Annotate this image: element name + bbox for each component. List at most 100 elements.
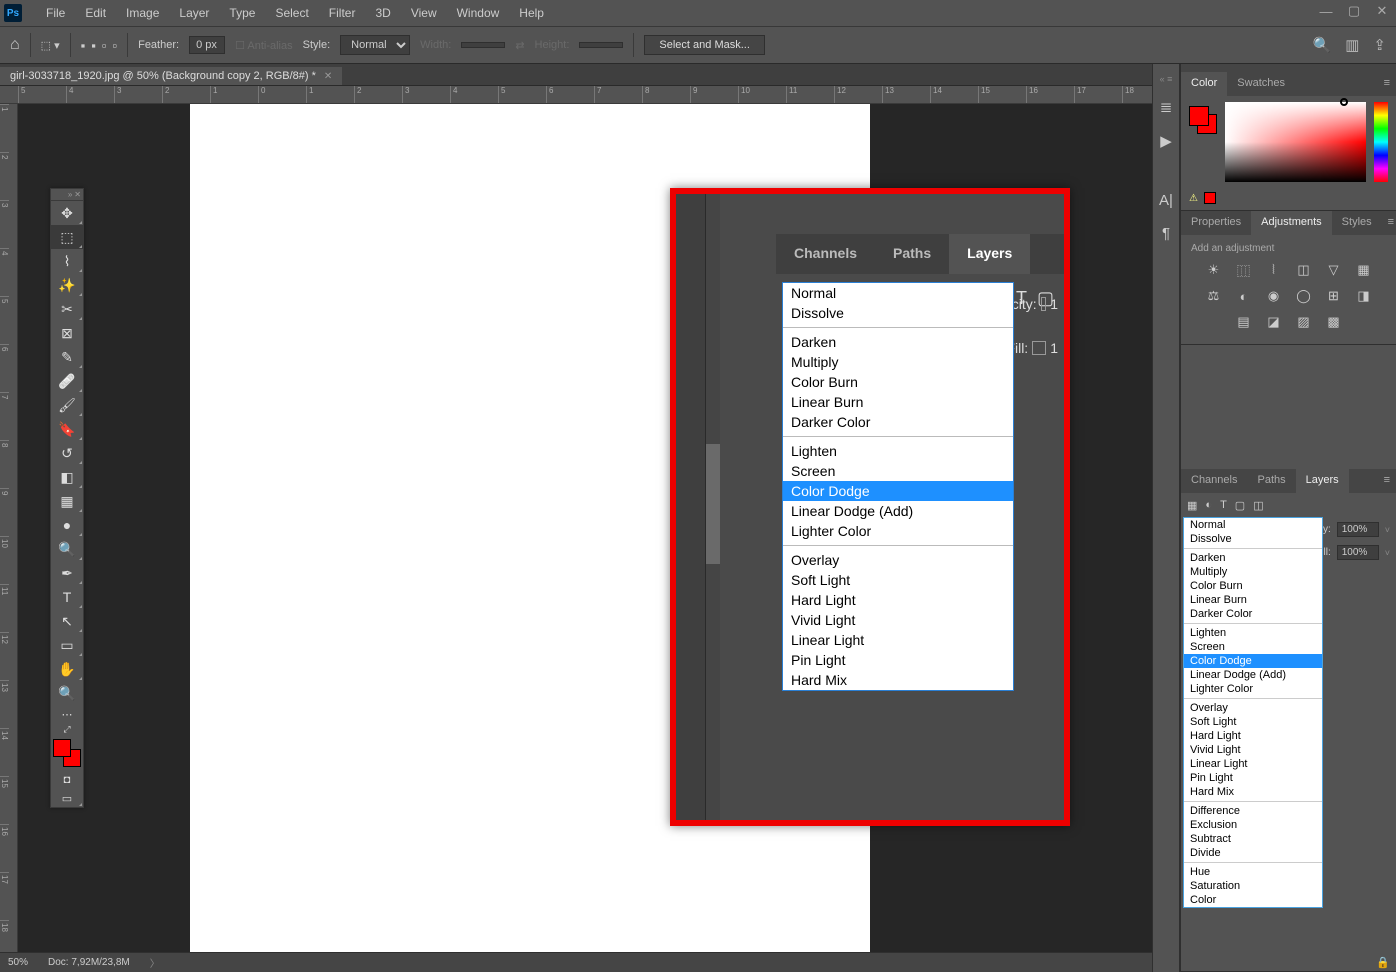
blend-mode-option[interactable]: Soft Light: [783, 570, 1013, 590]
blend-mode-option[interactable]: Dissolve: [783, 303, 1013, 323]
opacity-input[interactable]: [1337, 522, 1379, 537]
blend-mode-option[interactable]: Soft Light: [1184, 715, 1322, 729]
levels-icon[interactable]: ⿲: [1234, 262, 1254, 278]
mixer-icon[interactable]: ◯: [1294, 288, 1314, 304]
blend-mode-option[interactable]: Subtract: [1184, 832, 1322, 846]
blend-mode-option[interactable]: Linear Dodge (Add): [783, 501, 1013, 521]
blend-mode-option[interactable]: Color Burn: [783, 372, 1013, 392]
exposure-icon[interactable]: ◫: [1294, 262, 1314, 278]
blend-mode-option[interactable]: Color Dodge: [1184, 654, 1322, 668]
blend-mode-option[interactable]: Lighten: [783, 441, 1013, 461]
quick-mask-icon[interactable]: ◘: [51, 771, 83, 789]
menu-file[interactable]: File: [36, 2, 75, 24]
dodge-tool[interactable]: 🔍: [51, 537, 83, 561]
history-panel-icon[interactable]: ≣: [1160, 98, 1173, 116]
brightness-icon[interactable]: ☀: [1204, 262, 1224, 278]
lock-icon[interactable]: 🔒: [1376, 956, 1390, 969]
path-selection-tool[interactable]: ↖: [51, 609, 83, 633]
subtract-selection-icon[interactable]: ▫: [102, 38, 107, 53]
blend-mode-option[interactable]: Screen: [1184, 640, 1322, 654]
bw-icon[interactable]: ◐: [1234, 288, 1254, 304]
blend-mode-option[interactable]: Lighten: [1184, 626, 1322, 640]
menu-layer[interactable]: Layer: [169, 2, 219, 24]
select-and-mask-button[interactable]: Select and Mask...: [644, 35, 765, 55]
color-swatch-pair[interactable]: [1189, 106, 1217, 134]
maximize-icon[interactable]: ▢: [1340, 0, 1368, 22]
vibrance-icon[interactable]: ▽: [1324, 262, 1344, 278]
blend-mode-dropdown-large[interactable]: NormalDissolve DarkenMultiplyColor Burn Li…: [782, 282, 1014, 691]
callout-tab-layers[interactable]: Layers: [949, 234, 1030, 274]
status-menu-icon[interactable]: 〉: [150, 955, 160, 970]
fill-input[interactable]: [1337, 545, 1379, 560]
edit-toolbar-icon[interactable]: ⋯: [51, 705, 83, 723]
doc-size[interactable]: Doc: 7,92M/23,8M: [48, 957, 130, 968]
blend-mode-option[interactable]: Hard Mix: [783, 670, 1013, 690]
blend-mode-option[interactable]: Difference: [1184, 804, 1322, 818]
callout-scrollbar[interactable]: [706, 194, 720, 820]
brush-tool[interactable]: 🖌: [51, 393, 83, 417]
tab-adjustments[interactable]: Adjustments: [1251, 211, 1332, 235]
callout-tab-paths[interactable]: Paths: [875, 234, 949, 274]
panel-menu-icon[interactable]: ≡: [1378, 469, 1396, 493]
blend-mode-option[interactable]: Linear Light: [783, 630, 1013, 650]
menu-help[interactable]: Help: [509, 2, 554, 24]
move-tool[interactable]: ✥: [51, 201, 83, 225]
feather-input[interactable]: 0 px: [189, 36, 225, 54]
menu-filter[interactable]: Filter: [319, 2, 366, 24]
blend-mode-option[interactable]: Hard Light: [1184, 729, 1322, 743]
chevron-down-icon[interactable]: ˅: [1385, 525, 1390, 535]
panel-menu-icon[interactable]: ≡: [1378, 72, 1396, 96]
blend-mode-option[interactable]: Darken: [1184, 551, 1322, 565]
filter-adj-icon[interactable]: ◐: [1205, 499, 1212, 512]
zoom-tool[interactable]: 🔍: [51, 681, 83, 705]
intersect-selection-icon[interactable]: ▫: [112, 38, 117, 53]
marquee-tool-icon[interactable]: ⬚ ▾: [41, 39, 60, 52]
blend-mode-option[interactable]: Exclusion: [1184, 818, 1322, 832]
filter-smart-icon[interactable]: ◫: [1253, 499, 1263, 512]
blend-mode-option[interactable]: Multiply: [783, 352, 1013, 372]
marquee-tool[interactable]: ⬚: [51, 225, 83, 249]
blend-mode-option[interactable]: Linear Burn: [1184, 593, 1322, 607]
new-selection-icon[interactable]: ▪: [81, 38, 86, 53]
screen-mode-icon[interactable]: ▭: [51, 789, 83, 807]
blend-mode-option[interactable]: Vivid Light: [783, 610, 1013, 630]
hue-icon[interactable]: ▦: [1354, 262, 1374, 278]
filter-type-icon[interactable]: T: [1220, 499, 1227, 512]
type-tool[interactable]: T: [51, 585, 83, 609]
blend-mode-option[interactable]: Lighter Color: [1184, 682, 1322, 696]
gradient-map-icon[interactable]: ▨: [1294, 314, 1314, 330]
invert-icon[interactable]: ◨: [1354, 288, 1374, 304]
blend-mode-option[interactable]: Normal: [783, 283, 1013, 303]
menu-type[interactable]: Type: [219, 2, 265, 24]
tab-properties[interactable]: Properties: [1181, 211, 1251, 235]
tab-swatches[interactable]: Swatches: [1227, 72, 1295, 96]
blend-mode-option[interactable]: Lighter Color: [783, 521, 1013, 541]
blend-mode-option[interactable]: Hue: [1184, 865, 1322, 879]
posterize-icon[interactable]: ▤: [1234, 314, 1254, 330]
curves-icon[interactable]: ⦚: [1264, 262, 1284, 278]
blend-mode-option[interactable]: Color: [1184, 893, 1322, 907]
pen-tool[interactable]: ✒: [51, 561, 83, 585]
magic-wand-tool[interactable]: ✨: [51, 273, 83, 297]
balance-icon[interactable]: ⚖: [1204, 288, 1224, 304]
close-icon[interactable]: ✕: [1368, 0, 1396, 22]
blend-mode-option[interactable]: Divide: [1184, 846, 1322, 860]
character-panel-icon[interactable]: A|: [1159, 192, 1173, 209]
lookup-icon[interactable]: ⊞: [1324, 288, 1344, 304]
blend-mode-option[interactable]: Darken: [783, 332, 1013, 352]
blend-mode-option[interactable]: Darker Color: [783, 412, 1013, 432]
blend-mode-option[interactable]: Linear Light: [1184, 757, 1322, 771]
menu-edit[interactable]: Edit: [75, 2, 116, 24]
blend-mode-option[interactable]: Hard Light: [783, 590, 1013, 610]
blend-mode-option[interactable]: Multiply: [1184, 565, 1322, 579]
gamut-warning-icon[interactable]: ⚠: [1189, 193, 1198, 204]
rectangle-tool[interactable]: ▭: [51, 633, 83, 657]
menu-3d[interactable]: 3D: [365, 2, 400, 24]
actions-panel-icon[interactable]: ▶: [1160, 132, 1172, 150]
blend-mode-option[interactable]: Linear Dodge (Add): [1184, 668, 1322, 682]
blend-mode-option[interactable]: Normal: [1184, 518, 1322, 532]
eyedropper-tool[interactable]: ✎: [51, 345, 83, 369]
panel-menu-icon[interactable]: ≡: [1382, 211, 1396, 235]
zoom-level[interactable]: 50%: [8, 957, 28, 968]
blend-mode-option[interactable]: Color Burn: [1184, 579, 1322, 593]
